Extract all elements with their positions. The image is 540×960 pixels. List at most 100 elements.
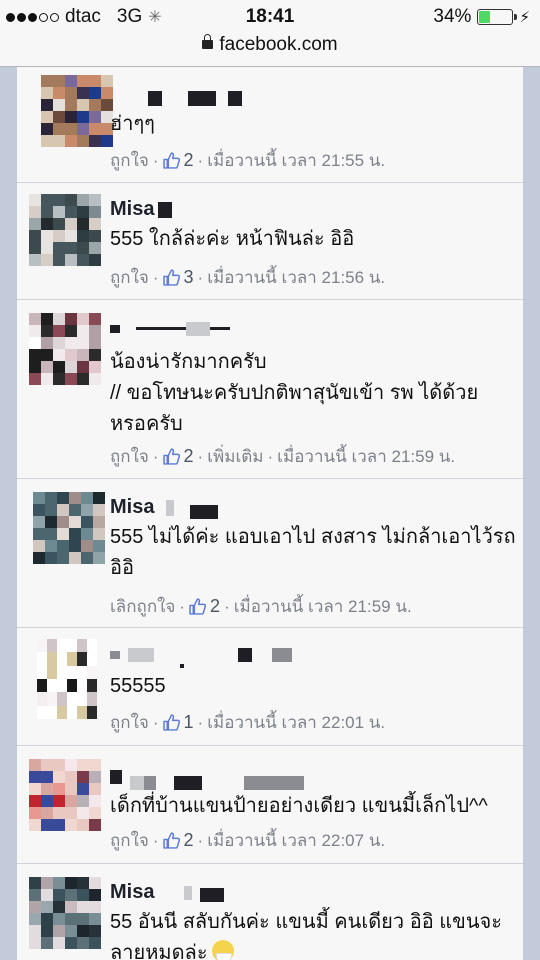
avatar-pixel [65,230,77,242]
avatar-pixel [53,889,65,901]
avatar-pixel [69,516,81,528]
avatar-pixel [33,492,45,504]
commenter-name[interactable] [110,643,292,669]
like-link[interactable]: ถูกใจ [110,443,149,470]
avatar-pixel [89,901,101,913]
avatar-pixel [45,528,57,540]
comment-item: เด็กที่บ้านแขนป้ายอย่างเดียว แขนมี้เล็กไ… [17,745,523,864]
avatar-pixel [89,337,101,349]
avatar[interactable] [33,492,105,564]
avatar-pixel [93,492,105,504]
avatar-pixel [93,528,105,540]
unlike-link[interactable]: เลิกถูกใจ [110,593,175,620]
lock-icon [202,34,214,49]
avatar-pixel [77,373,89,385]
battery-icon [477,9,518,25]
more-link[interactable]: เพิ่มเติม [207,443,263,470]
avatar-pixel [41,99,53,111]
avatar-pixel [65,925,77,937]
avatar-pixel [29,819,41,831]
like-count[interactable]: 2 [210,596,220,617]
avatar-pixel [29,783,41,795]
avatar-pixel [77,913,89,925]
avatar-pixel [41,937,53,949]
avatar-pixel [65,889,77,901]
comment-item: Misa 555 ใกล้ล่ะค่ะ หน้าฟินล่ะ อิอิ ถูกใ… [17,182,523,300]
avatar-pixel [77,206,89,218]
avatar-pixel [77,771,89,783]
avatar-pixel [53,337,65,349]
avatar-pixel [77,783,89,795]
avatar[interactable] [29,759,101,831]
commenter-name[interactable] [110,317,230,343]
avatar-pixel [41,230,53,242]
avatar-pixel [41,111,53,123]
avatar-pixel [53,925,65,937]
avatar[interactable] [29,313,101,385]
emoji-icon [211,940,234,960]
avatar-pixel [41,771,53,783]
avatar-pixel [41,87,53,99]
avatar-pixel [77,807,89,819]
avatar-pixel [89,913,101,925]
avatar-pixel [77,123,89,135]
like-count[interactable]: 1 [184,712,194,733]
avatar[interactable] [29,194,101,266]
commenter-name[interactable]: Misa [110,881,225,907]
avatar-pixel [89,819,101,831]
comment-timestamp[interactable]: เมื่อวานนี้ เวลา 22:07 น. [207,827,385,854]
avatar-pixel [77,99,89,111]
like-link[interactable]: ถูกใจ [110,147,149,174]
like-link[interactable]: ถูกใจ [110,709,149,736]
avatar-pixel [69,552,81,564]
avatar-pixel [65,795,77,807]
avatar-pixel [81,504,93,516]
like-count[interactable]: 3 [184,267,194,288]
avatar-pixel [67,692,77,706]
avatar-pixel [53,913,65,925]
commenter-name[interactable]: Misa [110,496,219,522]
avatar[interactable] [41,75,113,147]
avatar-pixel [89,937,101,949]
avatar-pixel [53,361,65,373]
comment-timestamp[interactable]: เมื่อวานนี้ เวลา 21:55 น. [207,147,385,174]
avatar-pixel [77,313,89,325]
address-bar[interactable]: facebook.com [0,34,540,67]
comment-text: 555 ไม่ได้ค่ะ แอบเอาไป สงสาร ไม่กล้าเอาไ… [110,526,516,579]
avatar-pixel [65,913,77,925]
avatar-pixel [69,528,81,540]
avatar-pixel [77,937,89,949]
avatar-pixel [101,75,113,87]
like-count[interactable]: 2 [184,150,194,171]
avatar-pixel [29,254,41,266]
avatar[interactable] [37,639,97,719]
commenter-name[interactable] [110,765,304,791]
comment-actions: ถูกใจ · 1 · เมื่อวานนี้ เวลา 22:01 น. [110,709,385,736]
comment-timestamp[interactable]: เมื่อวานนี้ เวลา 21:59 น. [234,593,412,620]
avatar-pixel [89,349,101,361]
comment-timestamp[interactable]: เมื่อวานนี้ เวลา 21:56 น. [207,264,385,291]
avatar-pixel [53,349,65,361]
avatar-pixel [89,313,101,325]
avatar[interactable] [29,877,101,949]
avatar-pixel [53,111,65,123]
like-count[interactable]: 2 [184,446,194,467]
avatar-pixel [89,111,101,123]
like-count[interactable]: 2 [184,830,194,851]
like-link[interactable]: ถูกใจ [110,827,149,854]
avatar-pixel [87,705,97,719]
thumbs-up-icon [162,714,180,731]
comment-item: ฮ่าๆๆ ถูกใจ · 2 · เมื่อวานนี้ เวลา 21:55… [17,67,523,183]
avatar-pixel [53,230,65,242]
comment-timestamp[interactable]: เมื่อวานนี้ เวลา 21:59 น. [277,443,455,470]
avatar-pixel [77,325,89,337]
commenter-name[interactable]: Misa [110,198,173,224]
battery-percent: 34% [433,6,472,27]
avatar-pixel [77,665,87,679]
comment-timestamp[interactable]: เมื่อวานนี้ เวลา 22:01 น. [207,709,385,736]
like-link[interactable]: ถูกใจ [110,264,149,291]
avatar-pixel [57,504,69,516]
avatar-pixel [65,337,77,349]
avatar-pixel [77,337,89,349]
avatar-pixel [77,795,89,807]
